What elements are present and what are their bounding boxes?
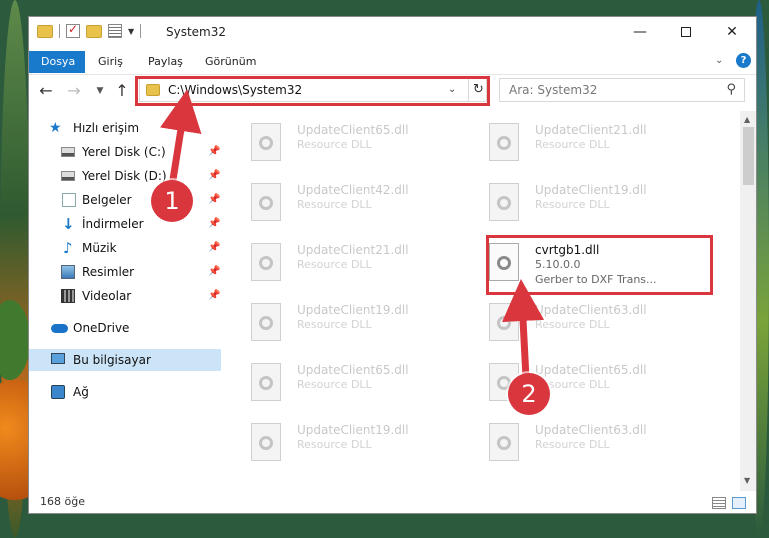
step-badge-2: 2 [508,373,550,415]
arrow-to-file [502,279,545,379]
annotation-arrows [159,89,545,379]
step-badge-1: 1 [151,180,193,222]
arrow-to-address-bar [159,89,202,187]
